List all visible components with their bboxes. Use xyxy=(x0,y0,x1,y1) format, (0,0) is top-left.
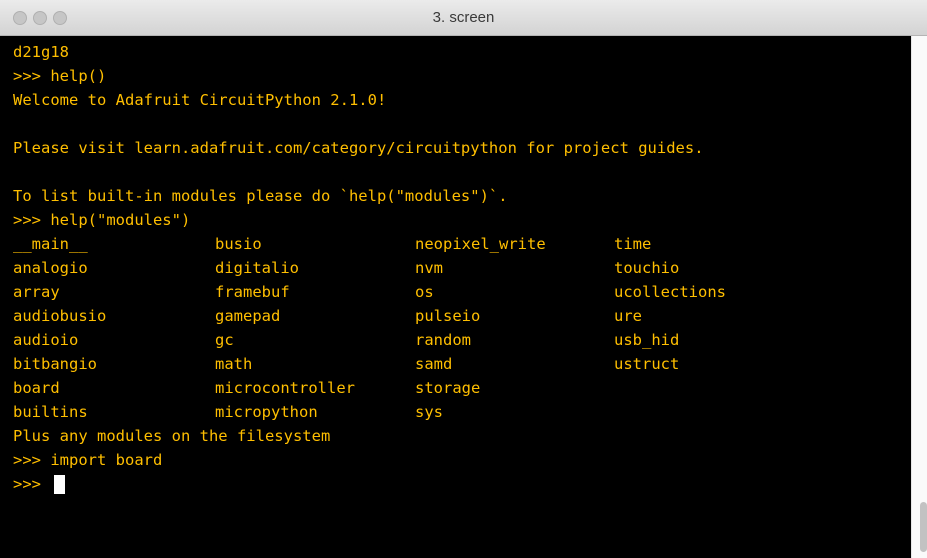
module-name: board xyxy=(13,379,60,397)
module-name: samd xyxy=(415,355,453,373)
module-name: math xyxy=(215,355,253,373)
module-name: ure xyxy=(614,307,642,325)
module-name: gc xyxy=(215,331,234,349)
terminal-line: Please visit learn.adafruit.com/category… xyxy=(13,139,704,157)
terminal-line: >>> help("modules") xyxy=(13,211,191,229)
terminal-output[interactable]: d21g18 >>> help() Welcome to Adafruit Circ… xyxy=(0,36,911,558)
terminal-line: Welcome to Adafruit CircuitPython 2.1.0! xyxy=(13,91,387,109)
terminal-line: d21g18 xyxy=(13,43,69,61)
module-name: time xyxy=(614,235,652,253)
terminal-line: To list built-in modules please do `help… xyxy=(13,187,508,205)
vertical-scrollbar[interactable] xyxy=(911,36,927,558)
module-name: microcontroller xyxy=(215,379,355,397)
text-cursor xyxy=(54,475,66,494)
module-name: pulseio xyxy=(415,307,481,325)
module-name: ucollections xyxy=(614,283,726,301)
module-name: builtins xyxy=(13,403,88,421)
module-name: audioio xyxy=(13,331,79,349)
module-name: framebuf xyxy=(215,283,290,301)
scrollbar-thumb[interactable] xyxy=(920,502,927,552)
module-name: ustruct xyxy=(614,355,680,373)
module-name: nvm xyxy=(415,259,443,277)
module-name: analogio xyxy=(13,259,88,277)
terminal-line: >>> help() xyxy=(13,67,107,85)
title-bar[interactable]: 3. screen xyxy=(0,0,927,36)
terminal-line: Plus any modules on the filesystem xyxy=(13,427,331,445)
module-name: os xyxy=(415,283,434,301)
module-name: touchio xyxy=(614,259,680,277)
module-name: busio xyxy=(215,235,262,253)
terminal-window: 3. screen d21g18 >>> help() Welcome to Ada… xyxy=(0,0,927,558)
module-name: micropython xyxy=(215,403,318,421)
module-name: random xyxy=(415,331,471,349)
module-name: storage xyxy=(415,379,481,397)
module-name: __main__ xyxy=(13,235,88,253)
module-name: array xyxy=(13,283,60,301)
module-name: audiobusio xyxy=(13,307,107,325)
module-name: bitbangio xyxy=(13,355,97,373)
module-name: digitalio xyxy=(215,259,299,277)
window-title: 3. screen xyxy=(432,9,495,26)
module-name: gamepad xyxy=(215,307,281,325)
terminal-line: >>> xyxy=(13,475,51,493)
module-name: sys xyxy=(415,403,443,421)
terminal-line: >>> import board xyxy=(13,451,163,469)
module-name: neopixel_write xyxy=(415,235,546,253)
module-name: usb_hid xyxy=(614,331,680,349)
